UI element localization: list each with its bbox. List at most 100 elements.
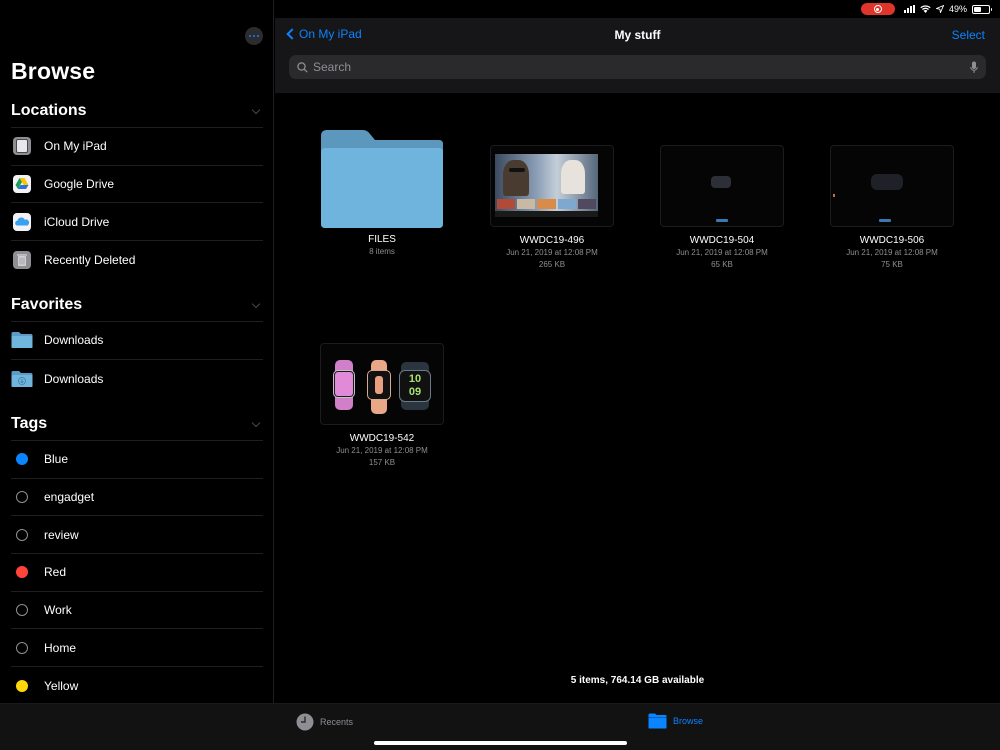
item-date: Jun 21, 2019 at 12:08 PM bbox=[506, 248, 598, 257]
sidebar-item-label: Red bbox=[44, 565, 67, 580]
folder-icon bbox=[319, 128, 445, 228]
sidebar-item-label: Yellow bbox=[44, 678, 79, 693]
file-item-wwdc19-506[interactable]: WWDC19-506 Jun 21, 2019 at 12:08 PM 75 K… bbox=[807, 145, 977, 270]
sidebar-item-tag-engadget[interactable]: engadget bbox=[11, 479, 263, 517]
item-size: 75 KB bbox=[881, 260, 903, 269]
locations-section: Locations On My iPad Google Drive iCloud… bbox=[11, 95, 263, 279]
battery-icon bbox=[972, 4, 992, 14]
trash-icon bbox=[11, 249, 33, 271]
battery-level bbox=[974, 6, 981, 12]
tags-section: Tags Blue engadget review Red Work Home Yellow bbox=[11, 408, 263, 705]
folder-icon bbox=[648, 713, 667, 729]
folder-item-files[interactable]: FILES 8 items bbox=[297, 128, 467, 257]
sidebar-item-tag-blue[interactable]: Blue bbox=[11, 441, 263, 479]
item-name: WWDC19-504 bbox=[689, 235, 755, 246]
sidebar: Browse Locations On My iPad Google Drive… bbox=[0, 0, 274, 703]
file-thumbnail bbox=[490, 145, 614, 227]
chevron-down-icon bbox=[251, 418, 261, 427]
tag-color-icon bbox=[16, 604, 28, 617]
item-name: WWDC19-542 bbox=[349, 433, 415, 444]
sidebar-item-on-my-ipad[interactable]: On My iPad bbox=[11, 128, 263, 166]
tags-header[interactable]: Tags bbox=[11, 408, 263, 441]
file-item-wwdc19-496[interactable]: WWDC19-496 Jun 21, 2019 at 12:08 PM 265 … bbox=[467, 145, 637, 270]
sidebar-item-tag-home[interactable]: Home bbox=[11, 629, 263, 668]
file-item-wwdc19-504[interactable]: WWDC19-504 Jun 21, 2019 at 12:08 PM 65 K… bbox=[637, 145, 807, 270]
sidebar-item-label: On My iPad bbox=[44, 139, 107, 154]
more-options-button[interactable] bbox=[245, 27, 263, 45]
tab-label: Recents bbox=[320, 717, 354, 727]
sidebar-item-tag-work[interactable]: Work bbox=[11, 592, 263, 630]
sidebar-item-tag-red[interactable]: Red bbox=[11, 554, 263, 592]
file-thumbnail bbox=[660, 145, 784, 227]
clock-icon bbox=[296, 713, 314, 731]
sidebar-item-downloads[interactable]: Downloads bbox=[11, 360, 263, 398]
tag-color-icon bbox=[16, 491, 28, 504]
tab-bar: Recents Browse bbox=[0, 703, 1000, 750]
icloud-icon bbox=[11, 211, 33, 233]
item-date: Jun 21, 2019 at 12:08 PM bbox=[336, 446, 428, 455]
sidebar-item-label: Home bbox=[44, 640, 77, 655]
sidebar-item-icloud-drive[interactable]: iCloud Drive bbox=[11, 203, 263, 242]
tab-recents[interactable]: Recents bbox=[296, 713, 353, 731]
tag-color-icon bbox=[16, 566, 28, 579]
screen-recording-indicator[interactable] bbox=[860, 3, 895, 15]
sidebar-item-downloads[interactable]: Downloads bbox=[11, 322, 263, 360]
chevron-down-icon bbox=[251, 105, 261, 114]
tag-color-icon bbox=[16, 528, 28, 541]
cellular-signal-icon bbox=[903, 5, 915, 13]
section-title: Locations bbox=[11, 102, 87, 119]
item-count: 8 items bbox=[369, 247, 395, 256]
file-thumbnail: 10 09 bbox=[320, 343, 444, 425]
sidebar-item-label: Google Drive bbox=[44, 177, 115, 192]
file-item-wwdc19-542[interactable]: 10 09 WWDC19-542 Jun 21, 2019 at 12:08 PM… bbox=[297, 343, 467, 468]
tab-label: Browse bbox=[673, 716, 704, 726]
sidebar-item-tag-yellow[interactable]: Yellow bbox=[11, 667, 263, 705]
item-date: Jun 21, 2019 at 12:08 PM bbox=[676, 248, 768, 257]
tab-browse[interactable]: Browse bbox=[648, 713, 703, 729]
wifi-icon bbox=[920, 5, 931, 13]
status-bar-right: 49% bbox=[860, 3, 992, 15]
sidebar-item-tag-review[interactable]: review bbox=[11, 516, 263, 555]
navigation-bar: On My iPad My stuff Select bbox=[275, 18, 1000, 93]
tag-color-icon bbox=[16, 679, 28, 692]
sidebar-item-label: review bbox=[44, 527, 79, 542]
sidebar-item-label: Downloads bbox=[44, 333, 104, 348]
tag-color-icon bbox=[16, 453, 28, 466]
sidebar-item-label: Downloads bbox=[44, 371, 104, 386]
item-size: 157 KB bbox=[368, 458, 396, 467]
select-button[interactable]: Select bbox=[952, 28, 985, 42]
sidebar-item-label: Blue bbox=[44, 452, 69, 467]
folder-icon bbox=[11, 329, 33, 351]
item-name: FILES bbox=[368, 234, 396, 245]
sidebar-item-google-drive[interactable]: Google Drive bbox=[11, 166, 263, 204]
downloads-folder-icon bbox=[11, 368, 33, 390]
favorites-header[interactable]: Favorites bbox=[11, 289, 263, 322]
home-indicator[interactable] bbox=[374, 741, 627, 745]
search-bar[interactable] bbox=[289, 55, 986, 79]
item-size: 265 KB bbox=[538, 260, 566, 269]
chevron-down-icon bbox=[251, 299, 261, 308]
file-thumbnail bbox=[830, 145, 954, 227]
page-title: My stuff bbox=[614, 28, 661, 42]
microphone-icon[interactable] bbox=[970, 61, 978, 74]
google-drive-icon bbox=[11, 173, 33, 195]
section-title: Tags bbox=[11, 415, 48, 432]
sidebar-item-label: iCloud Drive bbox=[44, 214, 110, 229]
search-input[interactable] bbox=[313, 60, 970, 74]
item-name: WWDC19-496 bbox=[519, 235, 585, 246]
search-icon bbox=[297, 61, 308, 73]
ellipsis-icon bbox=[248, 34, 252, 38]
location-arrow-icon bbox=[935, 5, 944, 13]
watch-face-digits: 10 09 bbox=[399, 370, 431, 402]
item-size: 65 KB bbox=[711, 260, 733, 269]
item-name: WWDC19-506 bbox=[859, 235, 925, 246]
item-date: Jun 21, 2019 at 12:08 PM bbox=[846, 248, 938, 257]
sidebar-item-recently-deleted[interactable]: Recently Deleted bbox=[11, 241, 263, 279]
locations-header[interactable]: Locations bbox=[11, 95, 263, 128]
items-count-status: 5 items, 764.14 GB available bbox=[570, 675, 705, 686]
battery-percent: 49% bbox=[948, 4, 967, 14]
sidebar-item-label: Work bbox=[44, 603, 72, 618]
sidebar-item-label: engadget bbox=[44, 490, 95, 505]
section-title: Favorites bbox=[11, 296, 83, 313]
sidebar-item-label: Recently Deleted bbox=[44, 252, 136, 267]
